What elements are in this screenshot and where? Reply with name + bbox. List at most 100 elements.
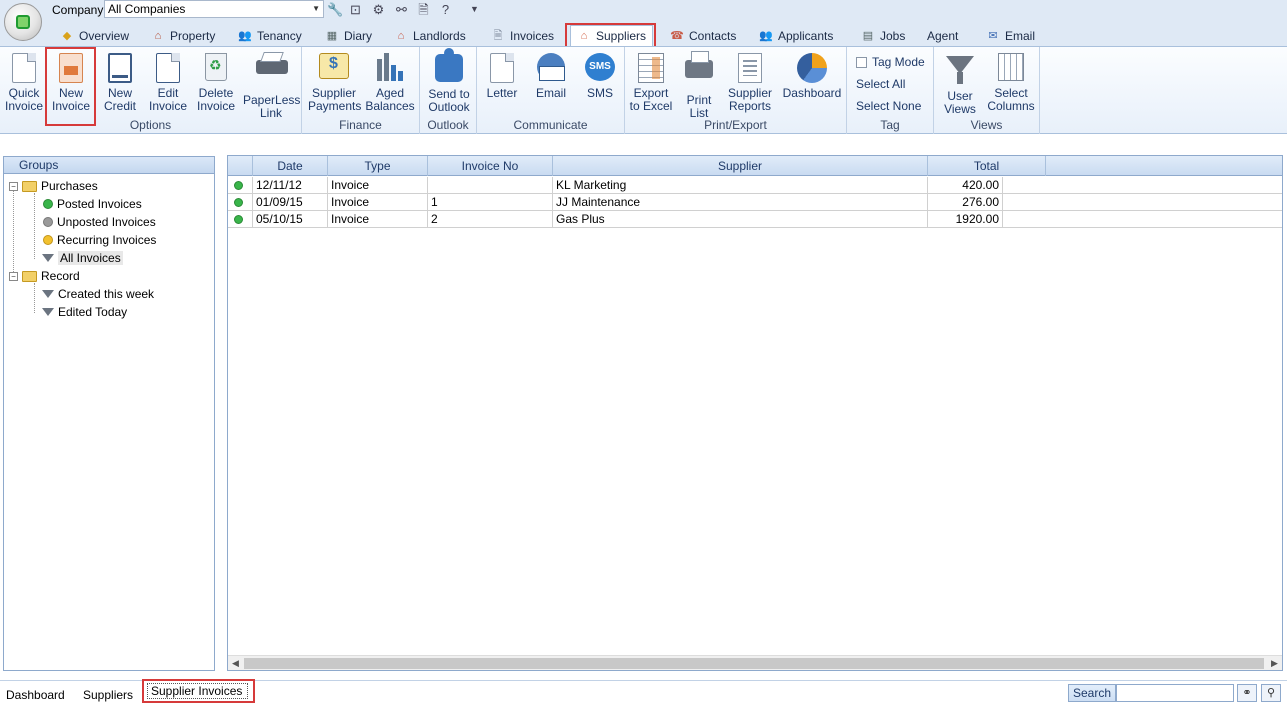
bottom-tab-supplier-invoices[interactable]: Supplier Invoices bbox=[147, 683, 248, 699]
filter-icon bbox=[42, 308, 54, 316]
ribbon-group-outlook: Send to Outlook Outlook bbox=[420, 47, 477, 134]
scan-icon[interactable]: ⊡ bbox=[347, 1, 364, 18]
tab-landlords[interactable]: ⌂ Landlords bbox=[388, 25, 472, 46]
sms-icon: SMS bbox=[585, 53, 615, 81]
tab-tenancy[interactable]: 👥 Tenancy bbox=[232, 25, 308, 46]
customize-dropdown-icon[interactable]: ▼ bbox=[466, 1, 483, 18]
tab-applicants[interactable]: 👥 Applicants bbox=[753, 25, 839, 46]
tree-node-unposted-invoices[interactable]: Unposted Invoices bbox=[43, 214, 156, 230]
suppliers-tab-highlight bbox=[565, 23, 656, 48]
table-row[interactable]: 12/11/12 Invoice KL Marketing 420.00 bbox=[228, 177, 1282, 194]
edit-invoice-button[interactable]: Edit Invoice bbox=[146, 50, 190, 118]
tree-node-created-this-week[interactable]: Created this week bbox=[42, 286, 154, 302]
user-views-button[interactable]: User Views bbox=[938, 50, 982, 118]
app-menu-button[interactable] bbox=[4, 3, 42, 41]
supplier-reports-button[interactable]: Supplier Reports bbox=[725, 50, 775, 118]
report-icon bbox=[738, 53, 762, 83]
tree-node-purchases[interactable]: − Purchases bbox=[9, 178, 98, 194]
select-columns-button[interactable]: Select Columns bbox=[986, 50, 1036, 118]
bottom-tab-suppliers[interactable]: Suppliers bbox=[83, 688, 133, 702]
payments-icon bbox=[319, 53, 349, 79]
bottom-tab-dashboard[interactable]: Dashboard bbox=[6, 688, 65, 702]
scroll-left-icon[interactable]: ◀ bbox=[228, 656, 243, 671]
filter-icon bbox=[42, 254, 54, 262]
invoice-icon: 🗎 bbox=[493, 29, 503, 42]
contacts-icon: ☎ bbox=[670, 29, 684, 42]
ribbon-group-label: Tag bbox=[880, 118, 900, 132]
tab-email[interactable]: ✉ Email bbox=[980, 25, 1041, 46]
quick-invoice-icon bbox=[12, 53, 36, 83]
network-icon[interactable]: ⚯ bbox=[393, 1, 410, 18]
scroll-right-icon[interactable]: ▶ bbox=[1267, 656, 1282, 671]
delete-invoice-button[interactable]: Delete Invoice bbox=[194, 50, 238, 118]
email-globe-icon bbox=[537, 53, 565, 81]
tree-node-edited-today[interactable]: Edited Today bbox=[42, 304, 127, 320]
column-header-type[interactable]: Type bbox=[328, 156, 428, 176]
landlord-icon: ⌂ bbox=[397, 29, 405, 42]
column-header-invoice-no[interactable]: Invoice No bbox=[428, 156, 553, 176]
collapse-icon[interactable]: − bbox=[9, 181, 18, 191]
wrench-icon[interactable]: 🔧 bbox=[327, 1, 344, 18]
tab-agent[interactable]: Agent bbox=[921, 25, 964, 46]
dashboard-button[interactable]: Dashboard bbox=[781, 50, 843, 118]
grey-status-icon bbox=[43, 217, 53, 227]
invoices-grid: Date Type Invoice No Supplier Total 12/1… bbox=[227, 155, 1283, 671]
quick-invoice-button[interactable]: Quick Invoice bbox=[4, 50, 44, 118]
email-button[interactable]: Email bbox=[532, 50, 570, 118]
recycle-bin-icon bbox=[205, 53, 227, 81]
paperless-link-button[interactable]: PaperLess Link bbox=[243, 50, 300, 120]
horizontal-scrollbar[interactable]: ◀ ▶ bbox=[228, 655, 1282, 670]
document-icon[interactable]: 🗎 bbox=[415, 1, 432, 18]
tag-mode-checkbox[interactable]: Tag Mode bbox=[856, 55, 925, 69]
table-row[interactable]: 05/10/15 Invoice 2 Gas Plus 1920.00 bbox=[228, 211, 1282, 228]
tree-node-posted-invoices[interactable]: Posted Invoices bbox=[43, 196, 142, 212]
tab-invoices[interactable]: 🗎 Invoices bbox=[485, 25, 560, 46]
sms-button[interactable]: SMS SMS bbox=[581, 50, 619, 118]
binoculars-icon[interactable]: ⚭ bbox=[1237, 684, 1257, 702]
ribbon-group-label: Outlook bbox=[427, 118, 469, 132]
tree-node-all-invoices[interactable]: All Invoices bbox=[42, 250, 123, 266]
export-to-excel-button[interactable]: Export to Excel bbox=[629, 50, 673, 118]
collapse-icon[interactable]: − bbox=[9, 271, 18, 281]
grid-header: Date Type Invoice No Supplier Total bbox=[228, 156, 1282, 176]
help-icon[interactable]: ? bbox=[437, 1, 454, 18]
tab-contacts[interactable]: ☎ Contacts bbox=[664, 25, 742, 46]
column-header-total[interactable]: Total bbox=[928, 156, 1046, 176]
search-input[interactable] bbox=[1116, 684, 1234, 702]
tab-jobs[interactable]: ▤ Jobs bbox=[855, 25, 911, 46]
aged-balances-button[interactable]: Aged Balances bbox=[364, 50, 416, 118]
letter-button[interactable]: Letter bbox=[483, 50, 521, 118]
column-header-date[interactable]: Date bbox=[253, 156, 328, 176]
new-credit-button[interactable]: New Credit bbox=[99, 50, 141, 118]
table-row[interactable]: 01/09/15 Invoice 1 JJ Maintenance 276.00 bbox=[228, 194, 1282, 211]
ribbon-group-communicate: Letter Email SMS SMS Communicate bbox=[477, 47, 625, 134]
people-icon: 👥 bbox=[238, 29, 252, 42]
company-select[interactable]: All Companies ▼ bbox=[104, 0, 324, 18]
company-label: Company bbox=[52, 3, 104, 17]
tab-overview[interactable]: ◆ Overview bbox=[54, 25, 135, 46]
scrollbar-thumb[interactable] bbox=[244, 658, 1264, 669]
column-header-supplier[interactable]: Supplier bbox=[553, 156, 928, 176]
grid-header-indicator bbox=[228, 156, 253, 176]
send-to-outlook-button[interactable]: Send to Outlook bbox=[424, 48, 474, 118]
bar-chart-icon bbox=[376, 53, 404, 81]
edit-invoice-icon bbox=[156, 53, 180, 83]
ribbon-group-print-export: Export to Excel Print List Supplier Repo… bbox=[625, 47, 847, 134]
tab-property[interactable]: ⌂ Property bbox=[145, 25, 221, 46]
new-credit-icon bbox=[108, 53, 132, 83]
print-list-button[interactable]: Print List bbox=[679, 50, 719, 120]
search-button[interactable]: Search bbox=[1068, 684, 1116, 702]
tree-node-recurring-invoices[interactable]: Recurring Invoices bbox=[43, 232, 156, 248]
settings-icon[interactable]: ⚙ bbox=[370, 1, 387, 18]
ribbon-group-label: Communicate bbox=[513, 118, 588, 132]
tree-node-record[interactable]: − Record bbox=[9, 268, 80, 284]
tab-diary[interactable]: ▦ Diary bbox=[319, 25, 378, 46]
company-select-value: All Companies bbox=[108, 2, 186, 16]
select-none-button[interactable]: Select None bbox=[856, 99, 921, 113]
select-all-button[interactable]: Select All bbox=[856, 77, 905, 91]
folder-icon bbox=[22, 180, 37, 192]
supplier-payments-button[interactable]: Supplier Payments bbox=[308, 50, 361, 118]
advanced-search-icon[interactable]: ⚲ bbox=[1261, 684, 1281, 702]
letter-icon bbox=[490, 53, 514, 83]
ribbon-group-views: User Views Select Columns Views bbox=[934, 47, 1040, 134]
